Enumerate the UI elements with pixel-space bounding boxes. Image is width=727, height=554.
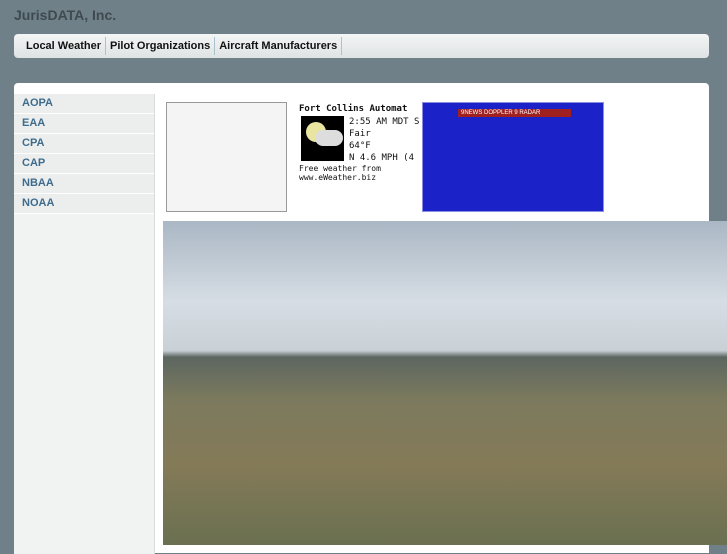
weather-wind: N 4.6 MPH (4 xyxy=(349,153,415,163)
site-title: JurisDATA, Inc. xyxy=(14,7,117,23)
weather-credit[interactable]: Free weather from www.eWeather.biz xyxy=(299,164,381,182)
weather-station: Fort Collins Automat xyxy=(299,103,407,115)
station-name: Fort Collins Automat xyxy=(299,104,408,114)
radar-banner: 9NEWS DOPPLER 9 RADAR xyxy=(458,109,571,117)
credit-text: Free weather from xyxy=(299,164,381,173)
weather-time: 2:55 AM MDT S xyxy=(349,117,420,127)
doppler-radar-image[interactable]: 9NEWS DOPPLER 9 RADAR xyxy=(422,102,604,212)
aerial-photo xyxy=(163,221,727,545)
weather-moon-cloud-icon xyxy=(301,116,344,161)
sidebar-item-cap[interactable]: CAP xyxy=(14,154,154,174)
sidebar: AOPA EAA CPA CAP NBAA NOAA xyxy=(14,94,155,554)
sidebar-item-noaa[interactable]: NOAA xyxy=(14,194,154,214)
sidebar-item-cpa[interactable]: CPA xyxy=(14,134,154,154)
weather-condition: Fair xyxy=(349,129,371,139)
nav-local-weather[interactable]: Local Weather xyxy=(22,37,106,55)
weather-temp: 64°F xyxy=(349,141,371,151)
nav-pilot-organizations[interactable]: Pilot Organizations xyxy=(106,37,216,55)
credit-link[interactable]: www.eWeather.biz xyxy=(299,173,381,182)
sidebar-item-nbaa[interactable]: NBAA xyxy=(14,174,154,194)
radar-map-image[interactable] xyxy=(166,102,287,212)
sidebar-item-aopa[interactable]: AOPA xyxy=(14,94,154,114)
sidebar-item-eaa[interactable]: EAA xyxy=(14,114,154,134)
nav-aircraft-manufacturers[interactable]: Aircraft Manufacturers xyxy=(215,37,343,55)
weather-readout: 2:55 AM MDT S Fair 64°F N 4.6 MPH (4 xyxy=(349,116,419,164)
main-nav: Local Weather Pilot Organizations Aircra… xyxy=(14,34,709,58)
